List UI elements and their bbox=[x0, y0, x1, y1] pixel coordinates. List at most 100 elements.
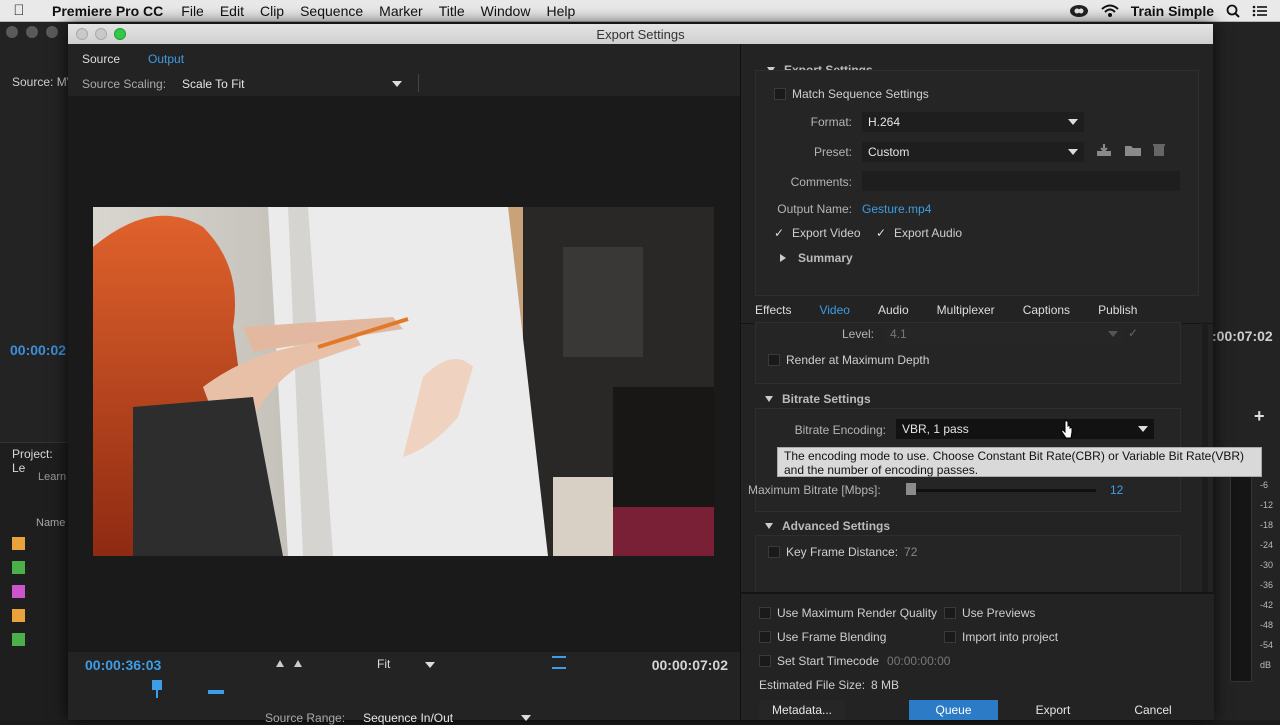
queue-button[interactable]: Queue bbox=[909, 700, 998, 720]
settings-pane: Export Settings Match Sequence Settings … bbox=[740, 44, 1214, 720]
export-audio-checkbox[interactable]: ✓ Export Audio bbox=[876, 226, 962, 240]
set-out-point-icon[interactable] bbox=[294, 660, 302, 667]
match-sequence-checkbox[interactable]: Match Sequence Settings bbox=[774, 87, 929, 101]
tab-audio[interactable]: Audio bbox=[864, 303, 923, 317]
creative-cloud-icon[interactable] bbox=[1069, 4, 1089, 18]
checkbox-box bbox=[944, 631, 956, 643]
metadata-button[interactable]: Metadata... bbox=[759, 700, 845, 720]
max-render-quality-checkbox[interactable]: Use Maximum Render Quality bbox=[759, 606, 937, 620]
tab-publish[interactable]: Publish bbox=[1084, 303, 1151, 317]
render-max-depth-checkbox[interactable]: Render at Maximum Depth bbox=[768, 353, 929, 367]
frame-blending-checkbox[interactable]: Use Frame Blending bbox=[759, 630, 886, 644]
tab-multiplexer[interactable]: Multiplexer bbox=[923, 303, 1009, 317]
match-sequence-label: Match Sequence Settings bbox=[792, 87, 929, 101]
import-into-project-checkbox[interactable]: Import into project bbox=[944, 630, 1058, 644]
output-name-value: Gesture.mp4 bbox=[862, 202, 932, 216]
zoom-dropdown[interactable]: Fit bbox=[377, 657, 435, 671]
set-start-timecode-checkbox[interactable]: Set Start Timecode 00:00:00:00 bbox=[759, 654, 950, 668]
source-range-dropdown[interactable]: Sequence In/Out bbox=[363, 711, 532, 725]
export-video-checkbox[interactable]: ✓ Export Video bbox=[774, 226, 861, 240]
apple-menu-icon[interactable]:  bbox=[0, 2, 38, 19]
preset-dropdown[interactable]: Custom bbox=[862, 142, 1084, 162]
max-bitrate-slider-track[interactable] bbox=[906, 489, 1096, 492]
max-bitrate-value: 12 bbox=[1110, 483, 1124, 497]
checkbox-box bbox=[759, 631, 771, 643]
checkbox-box bbox=[944, 607, 956, 619]
checkbox-box bbox=[768, 354, 780, 366]
bitrate-encoding-dropdown[interactable]: VBR, 1 pass bbox=[896, 419, 1154, 439]
frame-blending-label: Use Frame Blending bbox=[777, 630, 887, 644]
use-previews-label: Use Previews bbox=[962, 606, 1036, 620]
in-out-buttons bbox=[276, 660, 302, 667]
tab-effects[interactable]: Effects bbox=[741, 303, 805, 317]
menu-window[interactable]: Window bbox=[473, 3, 539, 19]
bg-project-panel: Project: Le Learn Name bbox=[0, 442, 68, 720]
menu-marker[interactable]: Marker bbox=[371, 3, 431, 19]
bitrate-encoding-tooltip: The encoding mode to use. Choose Constan… bbox=[777, 447, 1262, 477]
tab-captions[interactable]: Captions bbox=[1009, 303, 1084, 317]
preset-label: Preset: bbox=[813, 145, 852, 159]
preview-tabs: Source Output bbox=[68, 44, 198, 74]
preview-area bbox=[68, 96, 740, 652]
close-window-button[interactable] bbox=[76, 28, 88, 40]
key-frame-distance-checkbox[interactable]: Key Frame Distance: 72 bbox=[768, 545, 917, 559]
level-dropdown[interactable]: 4.1 bbox=[884, 324, 1124, 344]
export-settings-box: Match Sequence Settings Format: H.264 Pr… bbox=[755, 70, 1199, 296]
delete-preset-icon[interactable] bbox=[1152, 143, 1166, 157]
app-menu[interactable]: Premiere Pro CC bbox=[38, 3, 173, 19]
advanced-settings-heading[interactable]: Advanced Settings bbox=[765, 519, 890, 533]
zoom-window-button[interactable] bbox=[114, 28, 126, 40]
tab-source[interactable]: Source bbox=[68, 52, 134, 66]
bg-add-icon[interactable]: + bbox=[1254, 406, 1265, 427]
minimize-window-button[interactable] bbox=[95, 28, 107, 40]
render-max-depth-label: Render at Maximum Depth bbox=[786, 353, 930, 367]
menu-sequence[interactable]: Sequence bbox=[292, 3, 371, 19]
work-area-bar[interactable] bbox=[208, 690, 224, 694]
bg-audio-level: -24 bbox=[1260, 540, 1274, 550]
chevron-down-icon bbox=[1068, 119, 1078, 125]
bitrate-settings-heading[interactable]: Bitrate Settings bbox=[765, 392, 871, 406]
key-frame-label: Key Frame Distance: bbox=[786, 545, 899, 559]
bg-project-name-column: Name bbox=[36, 517, 66, 529]
tab-video[interactable]: Video bbox=[805, 303, 863, 317]
import-preset-icon[interactable] bbox=[1124, 143, 1142, 157]
bg-audio-level: -54 bbox=[1260, 640, 1274, 650]
output-name-label: Output Name: bbox=[777, 202, 852, 216]
source-range-row: Source Range: Sequence In/Out bbox=[265, 711, 532, 725]
cancel-button[interactable]: Cancel bbox=[1113, 700, 1193, 720]
menu-edit[interactable]: Edit bbox=[212, 3, 252, 19]
current-timecode[interactable]: 00:00:36:03 bbox=[85, 657, 161, 673]
export-audio-label: Export Audio bbox=[894, 226, 963, 240]
wifi-icon[interactable] bbox=[1101, 4, 1119, 18]
menu-title[interactable]: Title bbox=[431, 3, 473, 19]
comments-input[interactable] bbox=[862, 171, 1180, 191]
level-checkbox[interactable]: ✓ bbox=[1128, 326, 1138, 340]
max-bitrate-slider-handle[interactable] bbox=[906, 483, 916, 495]
menu-clip[interactable]: Clip bbox=[252, 3, 292, 19]
checkbox-box bbox=[759, 607, 771, 619]
set-in-point-icon[interactable] bbox=[276, 660, 284, 667]
crop-output-icon[interactable] bbox=[552, 656, 566, 669]
menu-file[interactable]: File bbox=[173, 3, 212, 19]
source-scaling-dropdown[interactable]: Scale To Fit bbox=[182, 77, 403, 91]
timeline-scrubber[interactable] bbox=[82, 680, 726, 700]
summary-toggle[interactable]: Summary bbox=[780, 251, 853, 265]
user-name[interactable]: Train Simple bbox=[1131, 3, 1214, 19]
disclosure-triangle-icon bbox=[765, 523, 773, 529]
spotlight-search-icon[interactable] bbox=[1226, 4, 1240, 18]
playhead-handle[interactable] bbox=[152, 680, 162, 690]
notification-center-icon[interactable] bbox=[1252, 4, 1268, 18]
playhead-line bbox=[156, 690, 158, 698]
tab-output[interactable]: Output bbox=[134, 52, 198, 66]
output-name-link[interactable]: Gesture.mp4 bbox=[862, 202, 931, 216]
divider bbox=[418, 74, 419, 92]
max-bitrate-value-field[interactable]: 12 bbox=[1110, 483, 1123, 497]
bg-audio-level: -30 bbox=[1260, 560, 1274, 570]
save-preset-icon[interactable] bbox=[1096, 143, 1112, 157]
export-button[interactable]: Export bbox=[1013, 700, 1093, 720]
use-previews-checkbox[interactable]: Use Previews bbox=[944, 606, 1035, 620]
preview-controls: 00:00:36:03 Fit 00:00:07:02 Source Range… bbox=[68, 652, 740, 725]
menu-help[interactable]: Help bbox=[538, 3, 583, 19]
format-dropdown[interactable]: H.264 bbox=[862, 112, 1084, 132]
bg-audio-level: dB bbox=[1260, 660, 1272, 670]
